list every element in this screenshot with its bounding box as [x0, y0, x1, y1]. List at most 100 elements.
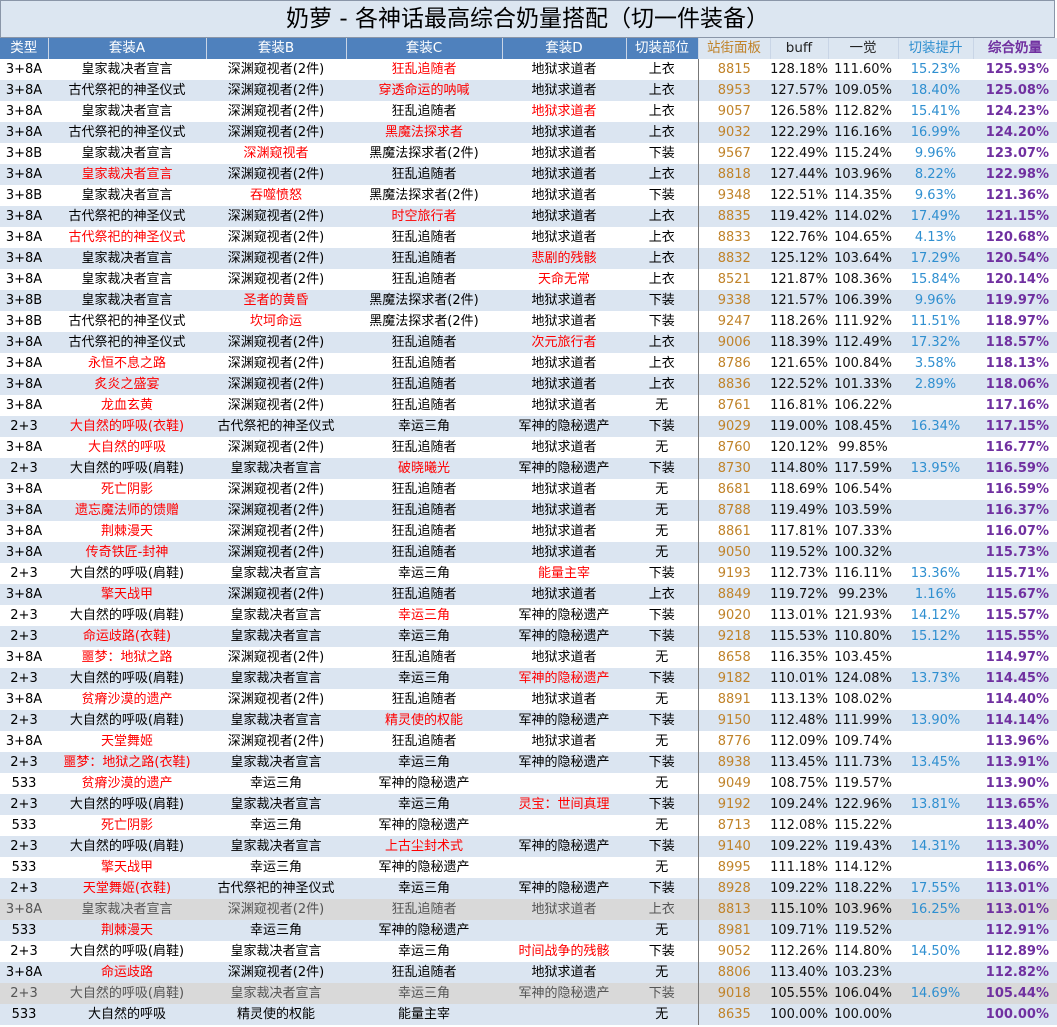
set-c-cell: 狂乱追随者: [346, 59, 502, 80]
set-a-cell: 大自然的呼吸(肩鞋): [48, 836, 206, 857]
awakening-cell: 114.02%: [828, 206, 898, 227]
type-cell: 3+8A: [0, 584, 48, 605]
buff-cell: 109.22%: [770, 836, 828, 857]
awakening-cell: 99.23%: [828, 584, 898, 605]
switch-gain-cell: 13.95%: [898, 458, 973, 479]
awakening-cell: 103.96%: [828, 899, 898, 920]
set-b-cell: 深渊窥视者(2件): [206, 899, 346, 920]
set-c-cell: 狂乱追随者: [346, 962, 502, 983]
awakening-cell: 114.12%: [828, 857, 898, 878]
total-cell: 100.00%: [973, 1004, 1057, 1025]
set-b-cell: 深渊窥视者(2件): [206, 353, 346, 374]
col-header-awakening: 一觉: [828, 38, 899, 59]
table-row: 533 大自然的呼吸 精灵使的权能 能量主宰无 8635 100.00% 100.00% 10…: [0, 1004, 1057, 1025]
total-cell: 115.57%: [973, 605, 1057, 626]
buff-cell: 109.22%: [770, 878, 828, 899]
switch-part-cell: 无: [626, 479, 699, 500]
set-b-cell: 皇家裁决者宣言: [206, 563, 346, 584]
awakening-cell: 101.33%: [828, 374, 898, 395]
buff-cell: 122.51%: [770, 185, 828, 206]
set-a-cell: 荆棘漫天: [48, 920, 206, 941]
set-c-cell: 狂乱追随者: [346, 647, 502, 668]
set-d-cell: 地狱求道者: [502, 122, 626, 143]
set-b-cell: 深渊窥视者(2件): [206, 395, 346, 416]
set-c-cell: 狂乱追随者: [346, 437, 502, 458]
type-cell: 3+8A: [0, 500, 48, 521]
set-a-cell: 皇家裁决者宣言: [48, 101, 206, 122]
set-b-cell: 皇家裁决者宣言: [206, 626, 346, 647]
total-cell: 113.91%: [973, 752, 1057, 773]
panel-cell: 8788: [698, 500, 770, 521]
buff-cell: 112.26%: [770, 941, 828, 962]
set-d-cell: 地狱求道者: [502, 962, 626, 983]
buff-cell: 113.01%: [770, 605, 828, 626]
switch-part-cell: 无: [626, 647, 699, 668]
awakening-cell: 106.22%: [828, 395, 898, 416]
type-cell: 3+8A: [0, 395, 48, 416]
switch-part-cell: 下装: [626, 836, 699, 857]
switch-gain-cell: [898, 479, 973, 500]
set-c-cell: 狂乱追随者: [346, 500, 502, 521]
buff-cell: 122.29%: [770, 122, 828, 143]
set-a-cell: 贫瘠沙漠的遗产: [48, 773, 206, 794]
panel-cell: 8776: [698, 731, 770, 752]
set-d-cell: 天命无常: [502, 269, 626, 290]
table-row: 3+8A 死亡阴影 深渊窥视者(2件) 狂乱追随者 地狱求道者无 8681 118.69% 1…: [0, 479, 1057, 500]
set-b-cell: 深渊窥视者(2件): [206, 332, 346, 353]
switch-part-cell: 下装: [626, 605, 699, 626]
table-row: 3+8A 皇家裁决者宣言 深渊窥视者(2件) 狂乱追随者 地狱求道者 上衣 8813 115.…: [0, 899, 1057, 920]
set-c-cell: 狂乱追随者: [346, 584, 502, 605]
switch-part-cell: 上衣: [626, 122, 699, 143]
type-cell: 3+8A: [0, 248, 48, 269]
set-c-cell: 上古尘封术式: [346, 836, 502, 857]
set-d-cell: 地狱求道者: [502, 164, 626, 185]
switch-gain-cell: 9.96%: [898, 290, 973, 311]
buff-cell: 122.52%: [770, 374, 828, 395]
buff-cell: 110.01%: [770, 668, 828, 689]
set-a-cell: 皇家裁决者宣言: [48, 59, 206, 80]
switch-gain-cell: [898, 773, 973, 794]
awakening-cell: 99.85%: [828, 437, 898, 458]
set-b-cell: 深渊窥视者(2件): [206, 479, 346, 500]
total-cell: 116.07%: [973, 521, 1057, 542]
switch-gain-cell: 3.58%: [898, 353, 973, 374]
set-b-cell: 幸运三角: [206, 920, 346, 941]
set-c-cell: 黑魔法探求者(2件): [346, 185, 502, 206]
total-cell: 113.65%: [973, 794, 1057, 815]
col-header-total: 综合奶量: [973, 38, 1057, 59]
set-a-cell: 大自然的呼吸(肩鞋): [48, 458, 206, 479]
set-b-cell: 深渊窥视者(2件): [206, 584, 346, 605]
set-d-cell: 能量主宰: [502, 563, 626, 584]
table-row: 2+3 大自然的呼吸(肩鞋) 皇家裁决者宣言 幸运三角 军神的隐秘遗产 下装 9018 105…: [0, 983, 1057, 1004]
panel-cell: 8835: [698, 206, 770, 227]
type-cell: 3+8A: [0, 521, 48, 542]
switch-part-cell: 下装: [626, 311, 699, 332]
total-cell: 113.90%: [973, 773, 1057, 794]
buff-cell: 112.73%: [770, 563, 828, 584]
table-row: 533 擎天战甲 幸运三角 军神的隐秘遗产 无 8995 111.18% 114.12% 113…: [0, 857, 1057, 878]
awakening-cell: 100.00%: [828, 1004, 898, 1025]
switch-part-cell: 上衣: [626, 227, 699, 248]
set-d-cell: [502, 857, 626, 878]
table-row: 3+8A 炙炎之盛宴 深渊窥视者(2件) 狂乱追随者 地狱求道者 上衣 8836 122.52…: [0, 374, 1057, 395]
buff-cell: 126.58%: [770, 101, 828, 122]
total-cell: 113.06%: [973, 857, 1057, 878]
switch-part-cell: 下装: [626, 983, 699, 1004]
table-row: 3+8A 贫瘠沙漠的遗产 深渊窥视者(2件) 狂乱追随者 地狱求道者无 8891 113.1…: [0, 689, 1057, 710]
switch-part-cell: 上衣: [626, 206, 699, 227]
set-d-cell: 地狱求道者: [502, 731, 626, 752]
set-d-cell: 地狱求道者: [502, 101, 626, 122]
set-b-cell: 深渊窥视者(2件): [206, 80, 346, 101]
set-c-cell: 军神的隐秘遗产: [346, 857, 502, 878]
table-row: 2+3 大自然的呼吸(肩鞋) 皇家裁决者宣言 幸运三角 军神的隐秘遗产 下装 9020 113…: [0, 605, 1057, 626]
col-header-set-c: 套装C: [346, 38, 503, 59]
set-b-cell: 皇家裁决者宣言: [206, 836, 346, 857]
table-row: 533 贫瘠沙漠的遗产 幸运三角 军神的隐秘遗产 无 9049 108.75% 119.57%…: [0, 773, 1057, 794]
table-row: 3+8A 遗忘魔法师的馈赠 深渊窥视者(2件) 狂乱追随者 地狱求道者无 8788 119.…: [0, 500, 1057, 521]
switch-part-cell: 下装: [626, 941, 699, 962]
awakening-cell: 116.11%: [828, 563, 898, 584]
switch-part-cell: 上衣: [626, 374, 699, 395]
panel-cell: 8836: [698, 374, 770, 395]
set-b-cell: 皇家裁决者宣言: [206, 605, 346, 626]
set-a-cell: 死亡阴影: [48, 479, 206, 500]
